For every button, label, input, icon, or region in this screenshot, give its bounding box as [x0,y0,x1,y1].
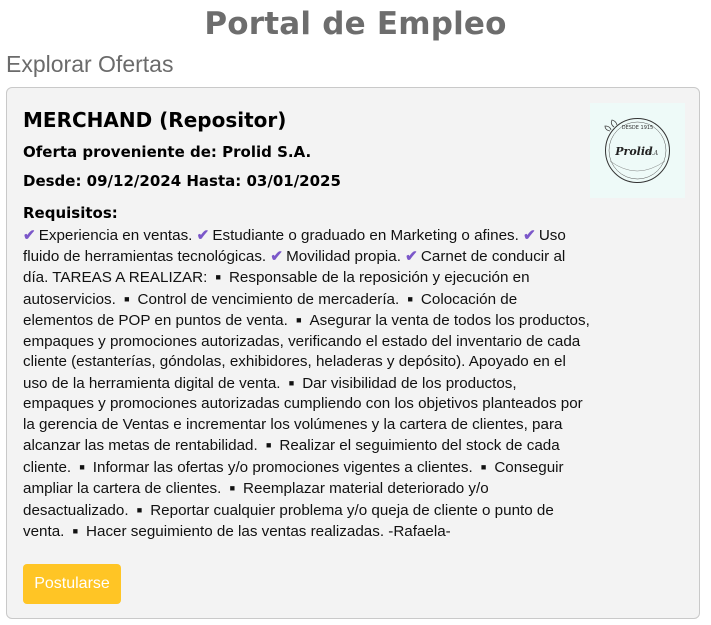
requirements-text: ✔ Experiencia en ventas. ✔ Estudiante o gr… [23,226,591,543]
requirement-item: ✔ Movilidad propia. [270,248,401,265]
square-bullet-icon: ■ [265,440,272,450]
square-bullet-icon: ■ [296,315,302,325]
requirement-text: Hacer seguimiento de las ventas realizad… [86,523,451,540]
requirement-item: ✔ Experiencia en ventas. [23,227,192,244]
section-title: Explorar Ofertas [6,51,174,77]
square-bullet-icon: ■ [288,377,295,388]
square-bullet-icon: ■ [229,483,236,493]
square-bullet-icon: ■ [136,504,143,515]
requirements-heading: Requisitos: [23,204,118,222]
company-logo-icon: DESDE 1915 Prolid S.A [604,118,670,183]
apply-button[interactable]: Postularse [23,564,121,604]
requirement-text: Estudiante o graduado en Marketing o afi… [212,227,519,244]
requirement-text: Movilidad propia. [286,247,401,265]
page-title: Portal de Empleo [204,6,507,42]
square-bullet-icon: ■ [72,526,79,536]
check-icon: ✔ [270,247,284,265]
check-icon: ✔ [523,227,536,244]
logo-top-text: DESDE 1915 [622,125,654,131]
square-bullet-icon: ■ [407,293,413,304]
requirement-item: ■ Informar las ofertas y/o promociones vi… [75,459,472,476]
square-bullet-icon: ■ [79,461,85,472]
logo-brand-suffix: S.A [648,150,659,157]
requirement-item: ■ Control de vencimiento de mercadería. [120,291,399,308]
requirement-text: Informar las ofertas y/o promociones vig… [92,458,473,476]
square-bullet-icon: ■ [480,461,487,472]
square-bullet-icon: ■ [215,272,221,282]
job-company: Oferta proveniente de: Prolid S.A. [23,143,312,161]
square-bullet-icon: ■ [124,293,130,304]
job-title: MERCHAND (Repositor) [23,108,287,132]
company-logo: DESDE 1915 Prolid S.A [590,103,685,198]
requirement-item: ✔ Estudiante o graduado en Marketing o af… [197,227,519,244]
check-icon: ✔ [196,227,210,244]
job-card: MERCHAND (Repositor) Oferta proveniente … [6,87,700,619]
check-icon: ✔ [23,227,36,244]
requirement-item: ■ Hacer seguimiento de las ventas realiza… [69,523,451,540]
requirement-text: Control de vencimiento de mercadería. [137,290,400,308]
requirement-text: Experiencia en ventas. [38,227,193,244]
job-dates: Desde: 09/12/2024 Hasta: 03/01/2025 [23,172,341,190]
check-icon: ✔ [405,247,418,265]
